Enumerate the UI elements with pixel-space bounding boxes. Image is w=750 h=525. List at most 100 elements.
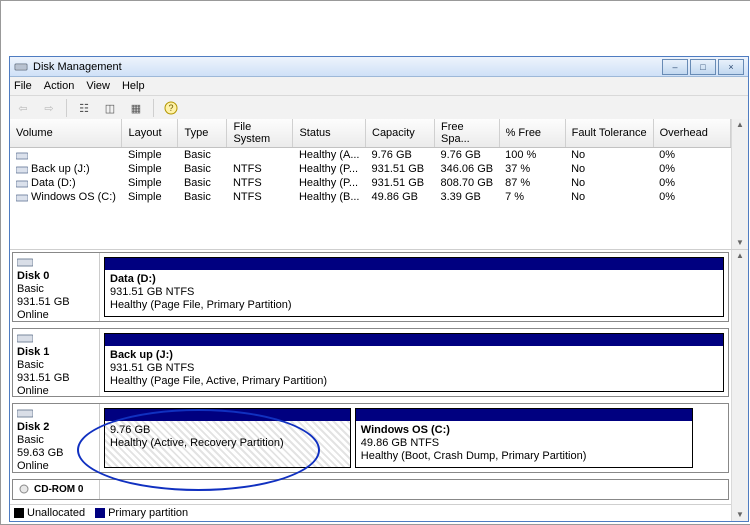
column-header-status[interactable]: Status — [293, 119, 366, 148]
disk-state: Online — [17, 460, 95, 472]
legend-item: Primary partition — [95, 507, 188, 519]
partition-header-bar — [105, 409, 350, 421]
volume-list-pane[interactable]: VolumeLayoutTypeFile SystemStatusCapacit… — [10, 119, 748, 250]
disk-pane[interactable]: CD-ROM 0 — [12, 479, 729, 500]
legend-item: Unallocated — [14, 507, 85, 519]
disk-pane[interactable]: Disk 2Basic59.63 GBOnline9.76 GBHealthy … — [12, 403, 729, 473]
disk-pane[interactable]: Disk 0Basic931.51 GBOnlineData (D:)931.5… — [12, 252, 729, 322]
disk-pane[interactable]: Disk 1Basic931.51 GBOnlineBack up (J:)93… — [12, 328, 729, 398]
forward-icon: ⇨ — [40, 99, 58, 117]
scroll-down-icon[interactable]: ▼ — [736, 237, 744, 249]
partition-status: Healthy (Page File, Primary Partition) — [110, 299, 718, 312]
back-icon: ⇦ — [14, 99, 32, 117]
toolbar-separator — [66, 99, 67, 117]
partition-header-bar — [105, 258, 723, 270]
disk-state: Online — [17, 385, 95, 397]
disk-header[interactable]: Disk 2Basic59.63 GBOnline — [13, 404, 100, 472]
window-title: Disk Management — [33, 61, 660, 73]
column-header-type[interactable]: Type — [178, 119, 227, 148]
disk-name: Disk 2 — [17, 421, 95, 433]
legend-swatch-primary — [95, 508, 105, 518]
volume-name: Back up (J:) — [31, 163, 90, 175]
partition-title: Back up (J:) — [110, 349, 718, 362]
column-header-overhead[interactable]: Overhead — [653, 119, 730, 148]
partition-title: Windows OS (C:) — [361, 424, 688, 437]
column-header-volume[interactable]: Volume — [10, 119, 122, 148]
legend: Unallocated Primary partition — [10, 504, 731, 521]
table-row[interactable]: Back up (J:)SimpleBasicNTFSHealthy (P...… — [10, 162, 731, 176]
menu-view[interactable]: View — [86, 80, 110, 92]
disk-icon — [17, 408, 33, 418]
disk-header[interactable]: Disk 1Basic931.51 GBOnline — [13, 329, 100, 397]
disk-type: Basic — [17, 434, 95, 446]
legend-swatch-unallocated — [14, 508, 24, 518]
table-row[interactable]: Data (D:)SimpleBasicNTFSHealthy (P...931… — [10, 176, 731, 190]
disk-size: 931.51 GB — [17, 296, 95, 308]
disk-size: 931.51 GB — [17, 372, 95, 384]
graphical-view-pane[interactable]: Disk 0Basic931.51 GBOnlineData (D:)931.5… — [10, 250, 748, 521]
menu-action[interactable]: Action — [44, 80, 75, 92]
detail-view-icon[interactable]: ☷ — [75, 99, 93, 117]
scroll-up-icon[interactable]: ▲ — [736, 119, 744, 131]
maximize-button[interactable]: □ — [690, 59, 716, 75]
disk-header[interactable]: Disk 0Basic931.51 GBOnline — [13, 253, 100, 321]
partition-size: 931.51 GB NTFS — [110, 362, 718, 375]
scroll-up-icon[interactable]: ▲ — [736, 250, 744, 262]
partition-status: Healthy (Active, Recovery Partition) — [110, 437, 345, 450]
partition[interactable]: Back up (J:)931.51 GB NTFSHealthy (Page … — [104, 333, 724, 393]
drive-icon — [16, 193, 28, 202]
partition[interactable]: 9.76 GBHealthy (Active, Recovery Partiti… — [104, 408, 351, 468]
menu-help[interactable]: Help — [122, 80, 145, 92]
disk-icon — [17, 257, 33, 267]
menu-bar: File Action View Help — [10, 77, 748, 96]
disk-name: CD-ROM 0 — [34, 484, 83, 495]
column-header-pctfree[interactable]: % Free — [499, 119, 565, 148]
volume-table[interactable]: VolumeLayoutTypeFile SystemStatusCapacit… — [10, 119, 731, 204]
column-header-fault[interactable]: Fault Tolerance — [565, 119, 653, 148]
partition-size: 49.86 GB NTFS — [361, 437, 688, 450]
disk-name: Disk 1 — [17, 346, 95, 358]
scrollbar-vertical-2[interactable]: ▲ ▼ — [731, 250, 748, 521]
partition[interactable]: Data (D:)931.51 GB NTFSHealthy (Page Fil… — [104, 257, 724, 317]
svg-text:?: ? — [168, 103, 173, 113]
partition-header-bar — [105, 334, 723, 346]
partition[interactable]: Windows OS (C:)49.86 GB NTFSHealthy (Boo… — [355, 408, 694, 468]
toolbar-separator-2 — [153, 99, 154, 117]
app-icon — [14, 60, 28, 74]
column-header-layout[interactable]: Layout — [122, 119, 178, 148]
toolbar: ⇦ ⇨ ☷ ◫ ▦ ? — [10, 96, 748, 121]
scrollbar-vertical[interactable]: ▲ ▼ — [731, 119, 748, 249]
disk-type: Basic — [17, 359, 95, 371]
disk-state: Online — [17, 309, 95, 321]
drive-icon — [16, 179, 28, 188]
table-row[interactable]: SimpleBasicHealthy (A...9.76 GB9.76 GB10… — [10, 148, 731, 163]
volume-name: Data (D:) — [31, 177, 76, 189]
partition-title: Data (D:) — [110, 273, 718, 286]
disk-icon — [17, 333, 33, 343]
partition-status: Healthy (Boot, Crash Dump, Primary Parti… — [361, 450, 688, 463]
scroll-down-icon[interactable]: ▼ — [736, 509, 744, 521]
table-row[interactable]: Windows OS (C:)SimpleBasicNTFSHealthy (B… — [10, 190, 731, 204]
drive-icon — [16, 165, 28, 174]
column-header-freespace[interactable]: Free Spa... — [435, 119, 500, 148]
disk-name: Disk 0 — [17, 270, 95, 282]
disk-management-window[interactable]: Disk Management – □ × File Action View H… — [9, 56, 749, 522]
partition-header-bar — [356, 409, 693, 421]
properties-icon[interactable]: ◫ — [101, 99, 119, 117]
help-icon[interactable]: ? — [162, 99, 180, 117]
partition-size: 931.51 GB NTFS — [110, 286, 718, 299]
partition-size: 9.76 GB — [110, 424, 345, 437]
close-button[interactable]: × — [718, 59, 744, 75]
window-titlebar[interactable]: Disk Management – □ × — [10, 57, 748, 77]
volume-name: Windows OS (C:) — [31, 191, 116, 203]
minimize-button[interactable]: – — [662, 59, 688, 75]
column-header-filesystem[interactable]: File System — [227, 119, 293, 148]
optical-icon — [17, 484, 33, 494]
partition-status: Healthy (Page File, Active, Primary Part… — [110, 375, 718, 388]
menu-file[interactable]: File — [14, 80, 32, 92]
disk-type: Basic — [17, 283, 95, 295]
disk-size: 59.63 GB — [17, 447, 95, 459]
drive-icon — [16, 151, 28, 160]
column-header-capacity[interactable]: Capacity — [366, 119, 435, 148]
refresh-icon[interactable]: ▦ — [127, 99, 145, 117]
